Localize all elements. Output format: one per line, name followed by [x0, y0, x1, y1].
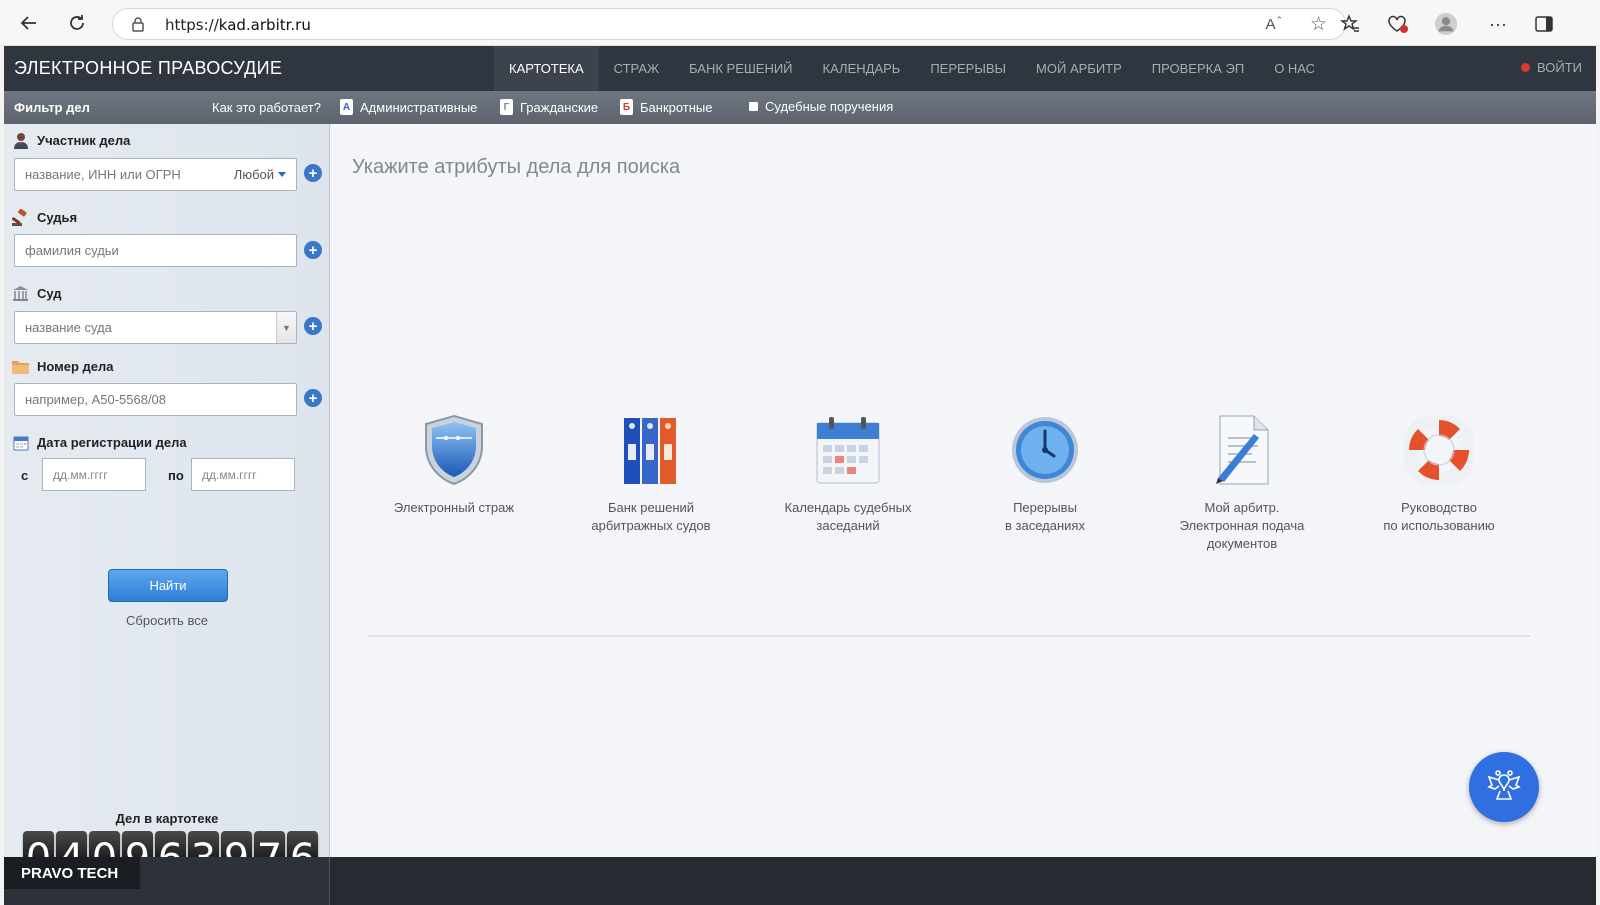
read-aloud-icon[interactable]: A⌃ — [1265, 15, 1283, 33]
health-icon[interactable] — [1386, 12, 1410, 36]
pravo-tech-logo[interactable]: PRAVO TECH — [4, 857, 140, 889]
date-from-label: с — [21, 468, 29, 483]
tile-my-arbitr[interactable]: Мой арбитр. Электронная подача документов — [1152, 412, 1332, 553]
tile-caption: Мой арбитр. Электронная подача документов — [1179, 500, 1305, 551]
tile-caption: Календарь судебных заседаний — [784, 500, 912, 533]
binders-icon — [613, 412, 689, 488]
gavel-icon — [12, 209, 29, 226]
tile-caption: Руководство по использованию — [1383, 500, 1495, 533]
login-label: ВОЙТИ — [1537, 60, 1582, 75]
add-court-icon[interactable]: + — [304, 317, 322, 335]
search-filter-panel: Участник дела название, ИНН или ОГРН Люб… — [4, 124, 330, 905]
search-prompt-heading: Укажите атрибуты дела для поиска — [352, 156, 681, 178]
site-brand[interactable]: ЭЛЕКТРОННОЕ ПРАВОСУДИЕ — [14, 58, 282, 79]
tile-caption: Банк решений арбитражных судов — [591, 500, 711, 533]
lifebuoy-icon — [1401, 412, 1477, 488]
tile-caption: Перерывы в заседаниях — [1005, 500, 1085, 533]
civil-badge-icon: Г — [500, 99, 513, 115]
category-label: Административные — [360, 99, 478, 115]
calendar-small-icon — [12, 434, 29, 451]
case-number-label: Номер дела — [12, 358, 114, 375]
courthouse-icon — [12, 285, 29, 302]
document-pen-icon — [1204, 412, 1280, 488]
profile-avatar[interactable] — [1434, 12, 1458, 36]
add-case-number-icon[interactable]: + — [304, 389, 322, 407]
menu-item-kartoteka[interactable]: КАРТОТЕКА — [494, 46, 599, 91]
reset-all-link[interactable]: Сбросить все — [4, 613, 330, 628]
participant-input[interactable]: название, ИНН или ОГРН Любой — [14, 158, 297, 191]
calendar-icon — [810, 412, 886, 488]
main-menu: КАРТОТЕКА СТРАЖ БАНК РЕШЕНИЙ КАЛЕНДАРЬ П… — [494, 46, 1330, 91]
category-civil[interactable]: Г Гражданские — [500, 99, 598, 115]
favorites-icon[interactable] — [1338, 12, 1362, 36]
case-number-input[interactable]: например, А50-5568/08 — [14, 383, 297, 416]
content-divider — [368, 635, 1530, 637]
add-participant-icon[interactable]: + — [304, 164, 322, 182]
coat-of-arms-button[interactable] — [1469, 752, 1539, 822]
court-orders-checkbox[interactable] — [749, 102, 758, 111]
category-court-orders[interactable]: Судебные поручения — [749, 99, 893, 114]
category-bankruptcy[interactable]: Б Банкротные — [620, 99, 713, 115]
folder-icon — [12, 358, 29, 375]
judge-label: Судья — [12, 209, 77, 226]
administrative-badge-icon: А — [340, 99, 353, 115]
participant-type-select[interactable]: Любой — [234, 167, 286, 182]
browser-toolbar: https://kad.arbitr.ru A⌃ ☆ ··· — [0, 0, 1600, 46]
menu-item-moy-arbitr[interactable]: МОЙ АРБИТР — [1021, 46, 1137, 91]
eagle-emblem-icon — [1487, 770, 1521, 800]
find-button[interactable]: Найти — [108, 569, 228, 602]
footer-sidebar-section: PRAVO TECH — [4, 857, 330, 905]
filter-title: Фильтр дел — [14, 100, 90, 115]
date-to-input[interactable]: дд.мм.гггг — [191, 458, 295, 491]
filter-bar: Фильтр дел Как это работает? А Администр… — [4, 91, 1596, 124]
menu-item-strazh[interactable]: СТРАЖ — [599, 46, 674, 91]
date-from-input[interactable]: дд.мм.гггг — [42, 458, 146, 491]
tile-decisions-bank[interactable]: Банк решений арбитражных судов — [561, 412, 741, 535]
top-navigation: ЭЛЕКТРОННОЕ ПРАВОСУДИЕ КАРТОТЕКА СТРАЖ Б… — [4, 46, 1596, 91]
lock-icon[interactable] — [131, 16, 145, 37]
more-icon[interactable]: ··· — [1486, 12, 1510, 36]
tile-electronic-guard[interactable]: Электронный страж — [364, 412, 544, 517]
tile-caption: Электронный страж — [393, 500, 515, 515]
back-icon[interactable] — [16, 10, 42, 36]
footer: PRAVO TECH — [4, 857, 1596, 905]
shield-icon — [416, 412, 492, 488]
menu-item-o-nas[interactable]: О НАС — [1259, 46, 1330, 91]
category-label: Судебные поручения — [765, 99, 894, 114]
case-count-title: Дел в картотеке — [115, 811, 219, 826]
menu-item-pereryvy[interactable]: ПЕРЕРЫВЫ — [915, 46, 1021, 91]
menu-item-kalendar[interactable]: КАЛЕНДАРЬ — [808, 46, 916, 91]
menu-item-bank-resheniy[interactable]: БАНК РЕШЕНИЙ — [674, 46, 808, 91]
dropdown-arrow-icon[interactable]: ▼ — [276, 312, 296, 343]
category-label: Гражданские — [520, 99, 599, 115]
clock-icon — [1007, 412, 1083, 488]
category-administrative[interactable]: А Административные — [340, 99, 477, 115]
participant-label: Участник дела — [12, 132, 130, 149]
login-link[interactable]: ВОЙТИ — [1521, 60, 1582, 75]
how-it-works-link[interactable]: Как это работает? — [212, 100, 321, 115]
tile-court-calendar[interactable]: Календарь судебных заседаний — [758, 412, 938, 535]
app-window: ЭЛЕКТРОННОЕ ПРАВОСУДИЕ КАРТОТЕКА СТРАЖ Б… — [4, 46, 1596, 905]
court-select[interactable]: название суда ▼ — [14, 311, 297, 344]
category-label: Банкротные — [640, 99, 713, 115]
menu-item-proverka-ep[interactable]: ПРОВЕРКА ЭП — [1137, 46, 1259, 91]
judge-input[interactable]: фамилия судьи — [14, 234, 297, 267]
reg-date-label: Дата регистрации дела — [12, 434, 187, 451]
court-label: Суд — [12, 285, 62, 302]
bankruptcy-badge-icon: Б — [620, 99, 633, 115]
sidebar-toggle-icon[interactable] — [1532, 12, 1556, 36]
address-bar[interactable]: https://kad.arbitr.ru A⌃ ☆ — [112, 8, 1346, 40]
favorite-star-icon[interactable]: ☆ — [1310, 13, 1327, 36]
person-icon — [12, 132, 29, 149]
reload-icon[interactable] — [64, 10, 90, 36]
date-to-label: по — [168, 468, 184, 483]
tile-user-guide[interactable]: Руководство по использованию — [1349, 412, 1529, 535]
url-text: https://kad.arbitr.ru — [165, 16, 311, 34]
add-judge-icon[interactable]: + — [304, 241, 322, 259]
tile-hearing-breaks[interactable]: Перерывы в заседаниях — [955, 412, 1135, 535]
status-dot-icon — [1521, 63, 1531, 72]
